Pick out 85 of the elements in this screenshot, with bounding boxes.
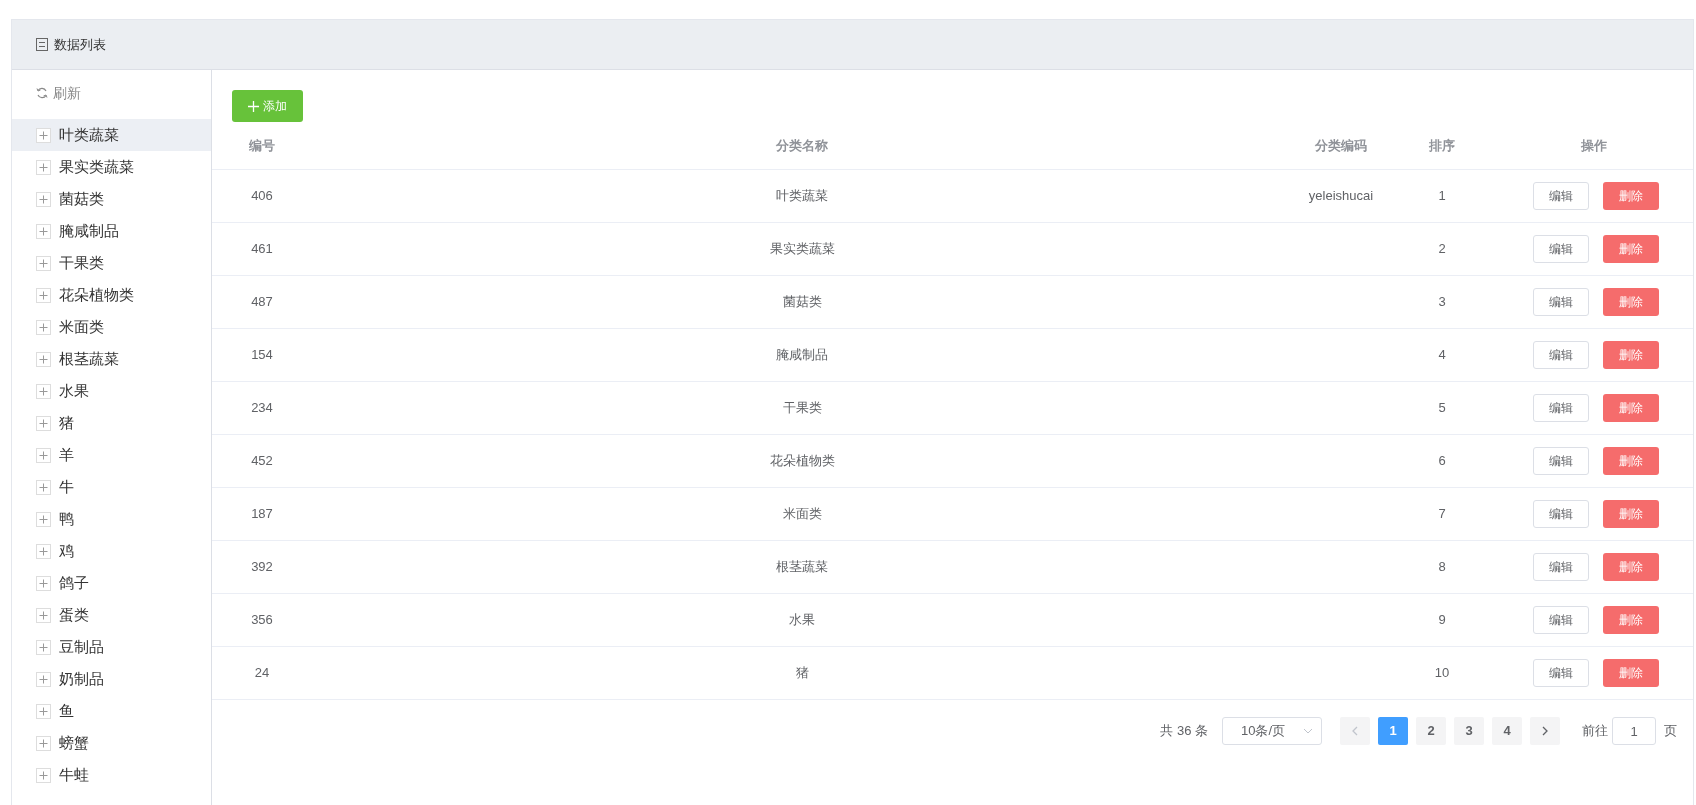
expand-icon[interactable]	[36, 383, 51, 399]
total-count: 共 36 条	[1160, 722, 1208, 741]
edit-button[interactable]: 编辑	[1532, 394, 1589, 422]
table-cell-text: 8	[1438, 558, 1446, 577]
table-cell-text: 487	[251, 293, 273, 312]
table-cell-text: 6	[1438, 452, 1446, 471]
table-cell-text: 392	[251, 558, 273, 577]
table-cell-text: 根茎蔬菜	[776, 558, 828, 577]
table-cell-text: 4	[1438, 346, 1446, 365]
edit-button[interactable]: 编辑	[1532, 235, 1589, 263]
table-cell-text: 7	[1438, 505, 1446, 524]
table-cell-text: 腌咸制品	[776, 346, 828, 365]
expand-icon[interactable]	[36, 735, 51, 751]
table-cell-text: 水果	[789, 611, 815, 630]
table-cell-text: 24	[254, 664, 270, 683]
expand-icon[interactable]	[36, 703, 51, 719]
expand-icon[interactable]	[36, 319, 51, 335]
page-button[interactable]: 4	[1492, 717, 1522, 745]
table-cell-text: 1	[1438, 187, 1446, 206]
expand-icon[interactable]	[36, 127, 51, 143]
table-cell-text: 5	[1438, 399, 1446, 418]
expand-icon[interactable]	[36, 159, 51, 175]
expand-icon[interactable]	[36, 287, 51, 303]
edit-button[interactable]: 编辑	[1532, 659, 1589, 687]
expand-icon[interactable]	[36, 351, 51, 367]
table-cell-text: 9	[1438, 611, 1446, 630]
expand-icon[interactable]	[36, 415, 51, 431]
table-cell-text: 2	[1438, 240, 1446, 259]
chevron-left-icon	[1352, 726, 1358, 736]
expand-icon[interactable]	[36, 575, 51, 591]
expand-icon[interactable]	[36, 255, 51, 271]
panel-title: 数据列表	[54, 35, 106, 54]
expand-icon[interactable]	[36, 671, 51, 687]
expand-icon[interactable]	[36, 511, 51, 527]
table-cell-text: 234	[251, 399, 273, 418]
edit-button[interactable]: 编辑	[1532, 182, 1589, 210]
goto-page-input[interactable]: 1	[1612, 717, 1656, 745]
column-header: 编号	[249, 136, 275, 155]
edit-button[interactable]: 编辑	[1532, 341, 1589, 369]
table-cell-text: 叶类蔬菜	[776, 187, 828, 206]
edit-button[interactable]: 编辑	[1532, 553, 1589, 581]
list-icon	[36, 38, 48, 51]
table-cell-text: 452	[251, 452, 273, 471]
table-cell-text: 菌菇类	[782, 293, 822, 312]
edit-button[interactable]: 编辑	[1532, 500, 1589, 528]
goto-label: 前往	[1582, 722, 1608, 741]
edit-button[interactable]: 编辑	[1532, 288, 1589, 316]
table-cell-text: yeleishucai	[1308, 187, 1374, 206]
table-cell-text: 3	[1438, 293, 1446, 312]
refresh-button[interactable]: 刷新	[36, 82, 81, 104]
column-header: 分类名称	[776, 136, 828, 155]
column-header: 分类编码	[1315, 136, 1367, 155]
expand-icon[interactable]	[36, 543, 51, 559]
table-cell-text: 154	[251, 346, 273, 365]
table-cell-text: 10	[1434, 664, 1450, 683]
table-cell-text: 356	[251, 611, 273, 630]
tree-item[interactable]: 叶类蔬菜	[12, 119, 211, 151]
page-button[interactable]: 3	[1454, 717, 1484, 745]
column-header: 排序	[1429, 136, 1455, 155]
table-cell-text: 花朵植物类	[769, 452, 835, 471]
next-page-button[interactable]	[1530, 717, 1560, 745]
edit-button[interactable]: 编辑	[1532, 606, 1589, 634]
expand-icon[interactable]	[36, 479, 51, 495]
page-size-select[interactable]: 10条/页	[1222, 717, 1322, 745]
edit-button[interactable]: 编辑	[1532, 447, 1589, 475]
expand-icon[interactable]	[36, 223, 51, 239]
table-cell-text: 米面类	[782, 505, 822, 524]
expand-icon[interactable]	[36, 191, 51, 207]
goto-suffix: 页	[1664, 722, 1677, 741]
plus-icon	[248, 100, 259, 112]
table-cell-text: 猪	[795, 664, 809, 683]
column-header: 操作	[1580, 136, 1607, 155]
chevron-right-icon	[1542, 726, 1548, 736]
table-cell-text: 果实类蔬菜	[769, 240, 835, 259]
page-button[interactable]: 2	[1416, 717, 1446, 745]
chevron-down-icon	[1303, 728, 1313, 734]
table-cell-text: 干果类	[782, 399, 822, 418]
expand-icon[interactable]	[36, 607, 51, 623]
refresh-icon	[36, 87, 48, 99]
expand-icon[interactable]	[36, 767, 51, 783]
table-cell-text: 187	[251, 505, 273, 524]
expand-icon[interactable]	[36, 639, 51, 655]
table-cell-text: 406	[251, 187, 273, 206]
table-cell-text: 461	[251, 240, 273, 259]
expand-icon[interactable]	[36, 447, 51, 463]
